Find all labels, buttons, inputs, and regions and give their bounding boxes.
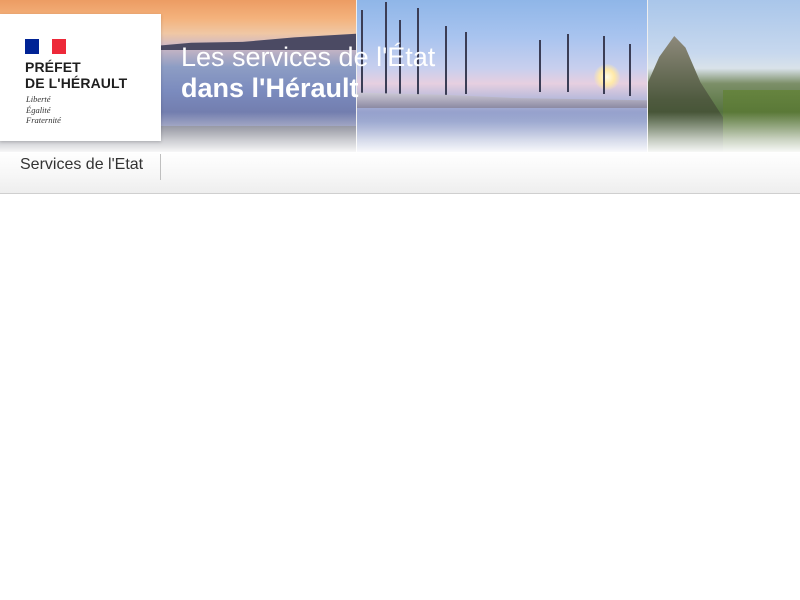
logo-title: PRÉFET DE L'HÉRAULT	[25, 59, 127, 91]
marianne-flag-icon	[25, 39, 67, 54]
boat-mast	[629, 44, 631, 96]
boat-mast	[539, 40, 541, 92]
logo-title-line1: PRÉFET	[25, 59, 81, 75]
motto-egalite: Égalité	[26, 104, 51, 115]
nav-item-services-etat[interactable]: Services de l'Etat	[0, 154, 162, 180]
logo-motto: Liberté Égalité Fraternité	[26, 94, 61, 126]
boat-mast	[445, 26, 447, 96]
prefecture-logo[interactable]: PRÉFET DE L'HÉRAULT Liberté Égalité Frat…	[0, 14, 161, 141]
main-navigation: Services de l'Etat	[0, 152, 800, 194]
site-title-line1: Les services de l'État	[181, 42, 436, 72]
motto-fraternite: Fraternité	[26, 115, 61, 125]
boat-mast	[465, 32, 467, 94]
site-title: Les services de l'État dans l'Hérault	[181, 42, 435, 104]
boat-mast	[567, 34, 569, 92]
boat-mast	[603, 36, 605, 94]
motto-liberte: Liberté	[26, 94, 51, 104]
logo-title-line2: DE L'HÉRAULT	[25, 75, 128, 91]
site-title-line2: dans l'Hérault	[181, 73, 359, 103]
banner-sun	[594, 64, 620, 90]
